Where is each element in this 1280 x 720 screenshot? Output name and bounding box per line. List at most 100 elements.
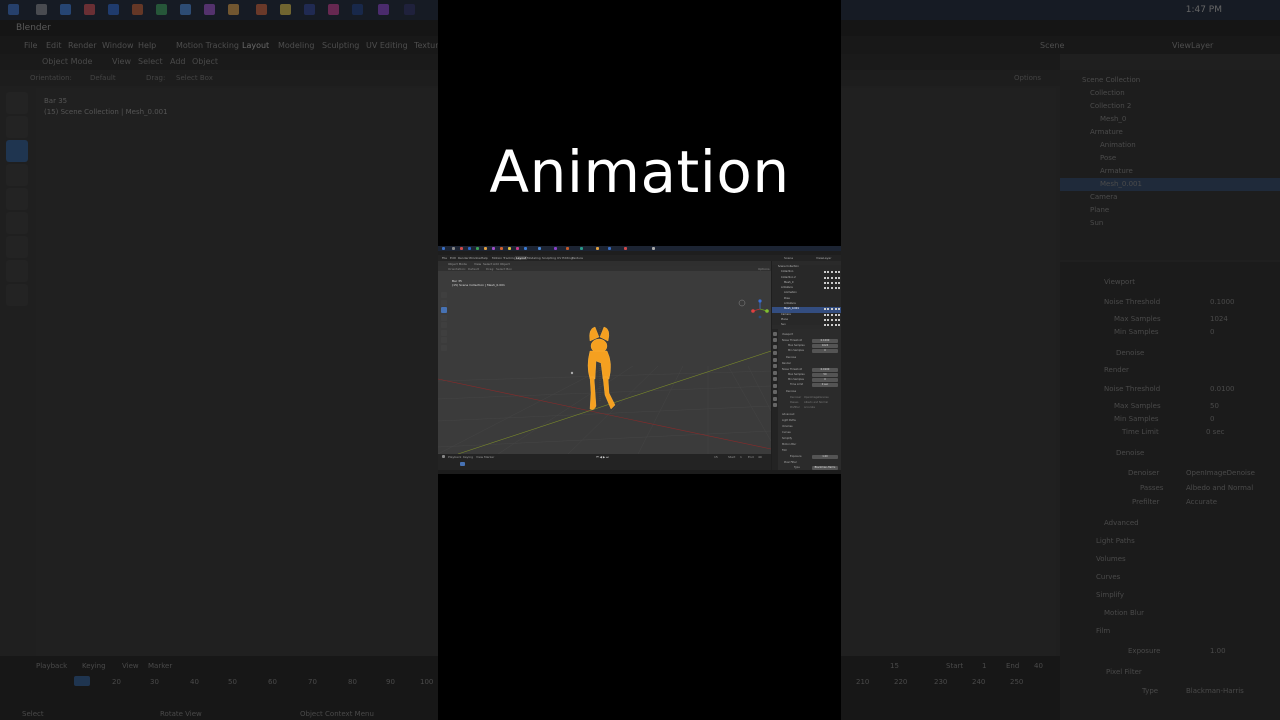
outliner-item[interactable]: Mesh_0 bbox=[1060, 113, 1280, 126]
outliner-item[interactable]: Armature bbox=[1060, 165, 1280, 178]
outliner-item[interactable]: Pose bbox=[1060, 152, 1280, 165]
mini-current-frame[interactable]: 15 bbox=[714, 455, 718, 459]
move-tool-icon[interactable] bbox=[6, 140, 28, 162]
mode-dropdown[interactable]: Object Mode bbox=[42, 57, 92, 66]
mini-menu-item[interactable]: Render bbox=[458, 256, 469, 260]
app-icon[interactable] bbox=[204, 4, 215, 15]
render-max-samples-field[interactable]: 50 bbox=[1210, 402, 1219, 410]
outliner-item[interactable]: Collection 2 bbox=[1060, 100, 1280, 113]
section-film[interactable]: Film bbox=[1096, 627, 1110, 635]
outliner-item[interactable]: Collection bbox=[1060, 87, 1280, 100]
section-light-paths[interactable]: Light Paths bbox=[1096, 537, 1135, 545]
app-icon[interactable] bbox=[60, 4, 71, 15]
viewport-min-samples-field[interactable]: 0 bbox=[1210, 328, 1214, 336]
section-volumes[interactable]: Volumes bbox=[1096, 555, 1126, 563]
mini-section-denoise[interactable]: Denoise bbox=[786, 356, 796, 359]
app-icon[interactable] bbox=[180, 4, 191, 15]
section-curves[interactable]: Curves bbox=[1096, 573, 1120, 581]
app-icon[interactable] bbox=[156, 4, 167, 15]
passes-dropdown[interactable]: Albedo and Normal bbox=[1186, 484, 1253, 492]
mini-timeline-menu[interactable]: Playback bbox=[448, 455, 461, 459]
prefilter-dropdown[interactable]: Accurate bbox=[1186, 498, 1217, 506]
render-denoise-section[interactable]: Denoise bbox=[1116, 449, 1144, 457]
section-motion-blur[interactable]: Motion Blur bbox=[1104, 609, 1144, 617]
viewport-noise-threshold-field[interactable]: 0.1000 bbox=[1210, 298, 1235, 306]
outliner-item[interactable]: Sun bbox=[1060, 217, 1280, 230]
transform-tool-icon[interactable] bbox=[6, 212, 28, 234]
mini-tab[interactable]: Motion Tracking bbox=[492, 256, 516, 260]
mini-section[interactable]: Volumes bbox=[782, 425, 793, 428]
menu-view[interactable]: View bbox=[112, 57, 131, 66]
mini-prop-field[interactable]: 1.00 bbox=[812, 455, 838, 459]
render-noise-threshold-field[interactable]: 0.0100 bbox=[1210, 385, 1235, 393]
outliner-item-selected[interactable]: Mesh_0.001 bbox=[1060, 178, 1280, 191]
mini-timeline-menu[interactable]: Keying bbox=[463, 455, 473, 459]
tab-layout[interactable]: Layout bbox=[242, 41, 269, 50]
menu-window[interactable]: Window bbox=[102, 41, 134, 50]
mini-section[interactable]: Simplify bbox=[782, 437, 792, 440]
mini-scene[interactable]: Scene bbox=[784, 256, 793, 260]
outliner-item[interactable]: Scene Collection bbox=[1060, 74, 1280, 87]
menu-object[interactable]: Object bbox=[192, 57, 218, 66]
section-viewport[interactable]: Viewport bbox=[1104, 278, 1135, 286]
menu-render[interactable]: Render bbox=[68, 41, 96, 50]
orientation-dropdown[interactable]: Default bbox=[90, 74, 116, 82]
mini-timeline-menu[interactable]: View bbox=[476, 455, 483, 459]
outliner-item[interactable]: Armature bbox=[1060, 126, 1280, 139]
drag-dropdown[interactable]: Select Box bbox=[176, 74, 213, 82]
select-tool-icon[interactable] bbox=[6, 92, 28, 114]
playhead[interactable] bbox=[74, 676, 90, 686]
time-limit-field[interactable]: 0 sec bbox=[1206, 428, 1224, 436]
move-tool-icon[interactable] bbox=[441, 307, 447, 313]
mini-section[interactable]: Advanced bbox=[782, 413, 794, 416]
viewport-denoise-section[interactable]: Denoise bbox=[1116, 349, 1144, 357]
mini-section-viewport[interactable]: Viewport bbox=[782, 333, 793, 336]
mini-tab[interactable]: Modeling bbox=[527, 256, 541, 260]
app-icon[interactable] bbox=[108, 4, 119, 15]
mini-prop-value[interactable]: OpenImageDenoise bbox=[804, 396, 829, 399]
app-icon[interactable] bbox=[256, 4, 267, 15]
add-cube-tool-icon[interactable] bbox=[6, 284, 28, 306]
mini-prop-value[interactable]: Accurate bbox=[804, 406, 815, 409]
mini-menu-item[interactable]: Window bbox=[469, 256, 481, 260]
mini-section-denoise[interactable]: Denoise bbox=[786, 390, 796, 393]
app-icon[interactable] bbox=[280, 4, 291, 15]
start-frame-field[interactable]: 1 bbox=[982, 662, 986, 670]
app-icon[interactable] bbox=[228, 4, 239, 15]
mini-prop-field[interactable]: 0 bbox=[812, 349, 838, 353]
app-icon[interactable] bbox=[132, 4, 143, 15]
section-advanced[interactable]: Advanced bbox=[1104, 519, 1139, 527]
mini-tab[interactable]: UV Editing bbox=[557, 256, 573, 260]
mini-prop-field[interactable]: 1024 bbox=[812, 344, 838, 348]
scale-tool-icon[interactable] bbox=[6, 188, 28, 210]
cursor-tool-icon[interactable] bbox=[6, 116, 28, 138]
view-layer-selector[interactable]: ViewLayer bbox=[1172, 41, 1213, 50]
current-frame-field[interactable]: 15 bbox=[890, 662, 899, 670]
menu-help[interactable]: Help bbox=[138, 41, 156, 50]
mini-section[interactable]: Motion Blur bbox=[782, 443, 796, 446]
play-controls-icon[interactable]: ⏮ ◀ ▶ ⏭ bbox=[596, 455, 609, 459]
mini-prop-field[interactable]: 0 bbox=[812, 378, 838, 382]
mini-3d-viewport[interactable]: Bar 35 (15) Scene Collection | Mesh_0.00… bbox=[438, 271, 771, 454]
mini-section[interactable]: Film bbox=[782, 449, 787, 452]
section-pixel-filter[interactable]: Pixel Filter bbox=[1106, 668, 1142, 676]
timeline-editor-icon[interactable] bbox=[442, 455, 445, 458]
timeline-menu-keying[interactable]: Keying bbox=[82, 662, 106, 670]
mini-prop-value[interactable]: Albedo and Normal bbox=[804, 401, 828, 404]
mini-tab[interactable]: Sculpting bbox=[542, 256, 556, 260]
scale-tool-icon[interactable] bbox=[441, 322, 447, 328]
navigation-gizmo-icon[interactable] bbox=[750, 299, 770, 319]
app-icon[interactable] bbox=[352, 4, 363, 15]
render-min-samples-field[interactable]: 0 bbox=[1210, 415, 1214, 423]
app-icon[interactable] bbox=[378, 4, 389, 15]
mini-menu-item[interactable]: File bbox=[442, 256, 447, 260]
mini-prop-field[interactable]: 0 sec bbox=[812, 383, 838, 387]
options-dropdown[interactable]: Options bbox=[1014, 74, 1041, 82]
mini-prop-field[interactable]: 0.1000 bbox=[812, 339, 838, 343]
denoiser-dropdown[interactable]: OpenImageDenoise bbox=[1186, 469, 1255, 477]
outliner-item[interactable]: Camera bbox=[1060, 191, 1280, 204]
mini-tab[interactable]: Texture bbox=[572, 256, 583, 260]
app-icon[interactable] bbox=[328, 4, 339, 15]
measure-tool-icon[interactable] bbox=[6, 260, 28, 282]
mini-section[interactable]: Curves bbox=[782, 431, 791, 434]
